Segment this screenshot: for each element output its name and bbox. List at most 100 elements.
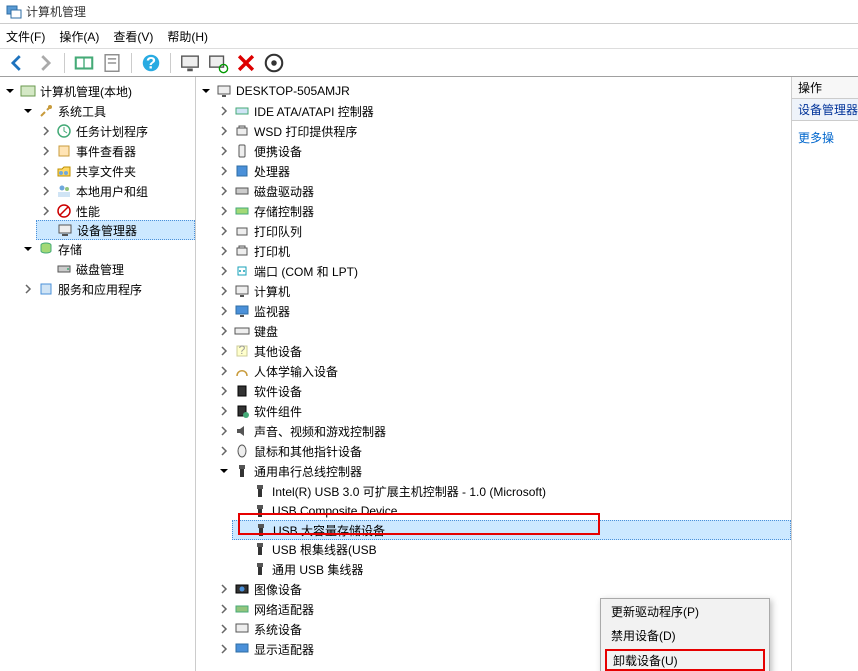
- target-icon[interactable]: [263, 52, 285, 74]
- chevron-right-icon[interactable]: [218, 345, 230, 357]
- device-category[interactable]: 声音、视频和游戏控制器: [214, 421, 791, 441]
- left-item[interactable]: 性能: [36, 201, 195, 221]
- chevron-right-icon[interactable]: [218, 425, 230, 437]
- chevron-right-icon[interactable]: [218, 285, 230, 297]
- left-systools[interactable]: 系统工具: [18, 101, 195, 121]
- device-category[interactable]: WSD 打印提供程序: [214, 121, 791, 141]
- device-category[interactable]: 处理器: [214, 161, 791, 181]
- device-item[interactable]: USB Composite Device: [232, 501, 791, 521]
- chevron-right-icon[interactable]: [40, 205, 52, 217]
- chevron-right-icon[interactable]: [218, 205, 230, 217]
- ctx-disable-device[interactable]: 禁用设备(D): [601, 623, 769, 647]
- device-category[interactable]: 键盘: [214, 321, 791, 341]
- chevron-down-icon[interactable]: [200, 85, 212, 97]
- device-category[interactable]: 打印机: [214, 241, 791, 261]
- services-icon: [38, 281, 54, 297]
- chevron-right-icon[interactable]: [218, 145, 230, 157]
- chevron-down-icon[interactable]: [22, 105, 34, 117]
- chevron-right-icon[interactable]: [40, 185, 52, 197]
- left-root[interactable]: 计算机管理(本地): [0, 81, 195, 101]
- ctx-update-driver[interactable]: 更新驱动程序(P): [601, 599, 769, 623]
- devtree-root[interactable]: DESKTOP-505AMJR: [196, 81, 791, 101]
- chevron-right-icon[interactable]: [40, 125, 52, 137]
- chevron-right-icon[interactable]: [218, 265, 230, 277]
- device-icon: [234, 443, 250, 459]
- left-item[interactable]: 本地用户和组: [36, 181, 195, 201]
- device-category[interactable]: IDE ATA/ATAPI 控制器: [214, 101, 791, 121]
- menu-action[interactable]: 操作(A): [59, 28, 99, 45]
- menu-view[interactable]: 查看(V): [113, 28, 153, 45]
- forward-button[interactable]: [34, 52, 56, 74]
- chevron-right-icon[interactable]: [218, 105, 230, 117]
- left-storage[interactable]: 存储: [18, 239, 195, 259]
- device-category[interactable]: 软件组件: [214, 401, 791, 421]
- device-category[interactable]: 人体学输入设备: [214, 361, 791, 381]
- computer-icon[interactable]: [179, 52, 201, 74]
- chevron-right-icon[interactable]: [218, 185, 230, 197]
- chevron-down-icon[interactable]: [4, 85, 16, 97]
- device-tree[interactable]: DESKTOP-505AMJR IDE ATA/ATAPI 控制器WSD 打印提…: [196, 77, 792, 671]
- device-category[interactable]: 鼠标和其他指针设备: [214, 441, 791, 461]
- device-category[interactable]: 软件设备: [214, 381, 791, 401]
- properties-button[interactable]: [101, 52, 123, 74]
- left-item[interactable]: 设备管理器: [36, 220, 195, 240]
- device-category[interactable]: 端口 (COM 和 LPT): [214, 261, 791, 281]
- chevron-right-icon[interactable]: [218, 603, 230, 615]
- chevron-right-icon[interactable]: [22, 283, 34, 295]
- chevron-right-icon[interactable]: [218, 643, 230, 655]
- chevron-right-icon[interactable]: [218, 445, 230, 457]
- menu-help[interactable]: 帮助(H): [167, 28, 208, 45]
- delete-icon[interactable]: [235, 52, 257, 74]
- usb-icon: [252, 503, 268, 519]
- item-icon: [56, 123, 72, 139]
- device-item[interactable]: Intel(R) USB 3.0 可扩展主机控制器 - 1.0 (Microso…: [232, 481, 791, 501]
- chevron-right-icon[interactable]: [40, 165, 52, 177]
- chevron-right-icon[interactable]: [218, 125, 230, 137]
- device-category[interactable]: 存储控制器: [214, 201, 791, 221]
- device-category[interactable]: 磁盘驱动器: [214, 181, 791, 201]
- left-item[interactable]: 共享文件夹: [36, 161, 195, 181]
- back-button[interactable]: [6, 52, 28, 74]
- context-menu: 更新驱动程序(P) 禁用设备(D) 卸载设备(U) 扫描检测硬件改动(A) 属性…: [600, 598, 770, 671]
- chevron-right-icon[interactable]: [218, 365, 230, 377]
- device-category[interactable]: 打印队列: [214, 221, 791, 241]
- chevron-right-icon[interactable]: [218, 305, 230, 317]
- chevron-right-icon[interactable]: [40, 145, 52, 157]
- ctx-uninstall-device[interactable]: 卸载设备(U): [605, 649, 765, 671]
- device-item[interactable]: USB 大容量存储设备: [232, 520, 791, 540]
- chevron-right-icon[interactable]: [218, 405, 230, 417]
- left-tree[interactable]: 计算机管理(本地) 系统工具 任务计划程序事件查看器共享文件夹本地用户和组性能设…: [0, 77, 196, 671]
- chevron-right-icon[interactable]: [218, 623, 230, 635]
- chevron-right-icon[interactable]: [218, 165, 230, 177]
- left-item[interactable]: 事件查看器: [36, 141, 195, 161]
- device-category[interactable]: 计算机: [214, 281, 791, 301]
- device-item[interactable]: 通用 USB 集线器: [232, 559, 791, 579]
- menu-file[interactable]: 文件(F): [6, 28, 45, 45]
- tools-icon: [38, 103, 54, 119]
- device-category[interactable]: 便携设备: [214, 141, 791, 161]
- chevron-right-icon[interactable]: [218, 245, 230, 257]
- scan-icon[interactable]: [207, 52, 229, 74]
- device-category-usb[interactable]: 通用串行总线控制器: [214, 461, 791, 481]
- chevron-right-icon[interactable]: [218, 583, 230, 595]
- chevron-right-icon[interactable]: [218, 225, 230, 237]
- disk-icon: [56, 261, 72, 277]
- mmc-icon: [20, 83, 36, 99]
- device-item[interactable]: USB 根集线器(USB: [232, 539, 791, 559]
- chevron-right-icon[interactable]: [218, 325, 230, 337]
- left-item[interactable]: 磁盘管理: [36, 259, 195, 279]
- app-title: 计算机管理: [26, 3, 86, 20]
- left-services[interactable]: 服务和应用程序: [18, 279, 195, 299]
- chevron-down-icon[interactable]: [218, 465, 230, 477]
- up-button[interactable]: [73, 52, 95, 74]
- help-button[interactable]: ?: [140, 52, 162, 74]
- actions-more[interactable]: 更多操: [792, 121, 858, 154]
- chevron-down-icon[interactable]: [22, 243, 34, 255]
- computer-icon: [216, 83, 232, 99]
- chevron-right-icon[interactable]: [218, 385, 230, 397]
- device-category[interactable]: 监视器: [214, 301, 791, 321]
- device-category[interactable]: 图像设备: [214, 579, 791, 599]
- left-item[interactable]: 任务计划程序: [36, 121, 195, 141]
- device-category[interactable]: ?其他设备: [214, 341, 791, 361]
- device-icon: [234, 641, 250, 657]
